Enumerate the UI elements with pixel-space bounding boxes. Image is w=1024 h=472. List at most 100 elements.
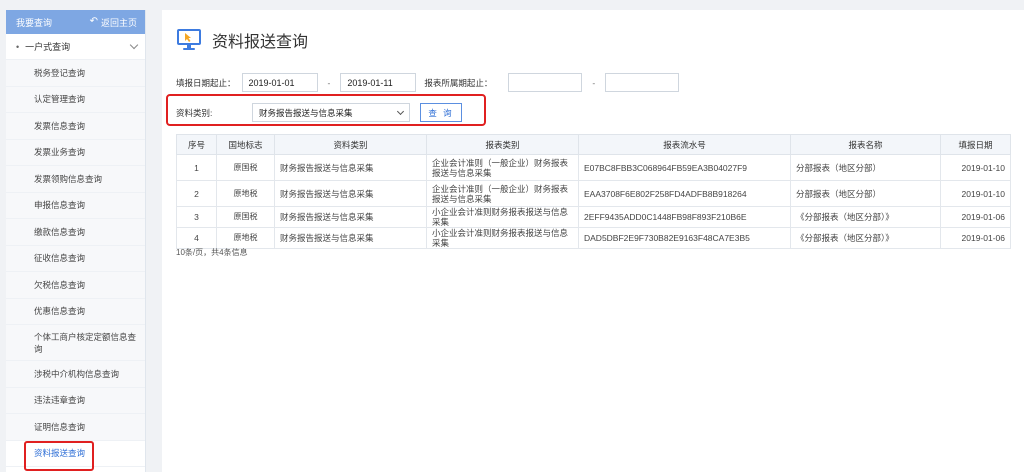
back-home-label: 返回主页 [100, 17, 137, 28]
period-label: 报表所属期起止： [424, 77, 493, 88]
table-row[interactable]: 2 原地税 财务报告报送与信息采集 企业会计准则（一般企业）财务报表报送与信息采… [176, 180, 1011, 207]
table-header-row: 序号 国地标志 资料类别 报表类别 报表流水号 报表名称 填报日期 [176, 134, 1011, 155]
sidebar-header: 我要查询 ↶ 返回主页 [6, 10, 145, 34]
cell-no: 3 [176, 206, 217, 228]
back-arrow-icon: ↶ [89, 16, 98, 27]
cell-report-type: 小企业会计准则财务报表报送与信息采集 [426, 206, 579, 228]
sidebar-item-label: 涉税中介机构信息查询 [34, 368, 120, 379]
cell-category: 财务报告报送与信息采集 [274, 206, 427, 228]
sidebar-item-label: 优惠信息查询 [34, 306, 86, 317]
period-end-input[interactable] [605, 73, 680, 92]
cell-serial: 2EFF9435ADD0C1448FB98F893F210B6E [578, 206, 791, 228]
col-header-serial: 报表流水号 [578, 134, 791, 155]
sidebar-item-label: 发票信息查询 [34, 120, 86, 131]
cell-report-name: 分部报表（地区分部） [790, 180, 941, 207]
sidebar-item-label: 个体工商户核定定额信息查询 [34, 331, 137, 354]
back-home-link[interactable]: ↶ 返回主页 [90, 16, 137, 29]
category-select[interactable]: 财务报告报送与信息采集 [252, 103, 410, 122]
cell-no: 2 [176, 180, 217, 207]
date-separator: - [327, 77, 331, 88]
sidebar-item-violations[interactable]: 违法违章查询 [6, 387, 145, 414]
cell-fill-date: 2019-01-10 [940, 180, 1011, 207]
period-separator: - [592, 77, 596, 88]
monitor-icon [176, 28, 202, 52]
cell-report-name: 分部报表（地区分部） [790, 154, 941, 181]
sidebar-item-preferential[interactable]: 优惠信息查询 [6, 298, 145, 325]
sidebar-item-recognition[interactable]: 认定管理查询 [6, 86, 145, 113]
cell-report-type: 企业会计准则（一般企业）财务报表报送与信息采集 [426, 154, 579, 181]
col-header-category: 资料类别 [274, 134, 427, 155]
cell-serial: EAA3708F6E802F258FD4ADFB8B918264 [578, 180, 791, 207]
sidebar-item-label: 发票领购信息查询 [34, 173, 103, 184]
sidebar-item-document-submission[interactable]: 资料报送查询 [6, 440, 145, 467]
query-button[interactable]: 查 询 [420, 103, 462, 122]
page-title: 资料报送查询 [212, 34, 309, 51]
chevron-down-icon [129, 40, 139, 50]
bullet-icon: • [16, 42, 20, 52]
cell-flag: 原国税 [216, 154, 275, 181]
period-start-input[interactable] [508, 73, 583, 92]
fill-date-end-input[interactable]: 2019-01-11 [340, 73, 417, 92]
cell-report-name: 《分部报表（地区分部）》 [790, 206, 941, 228]
sidebar-item-payment[interactable]: 缴款信息查询 [6, 219, 145, 246]
title-row: 资料报送查询 [176, 28, 308, 52]
table-row[interactable]: 3 原国税 财务报告报送与信息采集 小企业会计准则财务报表报送与信息采集 2EF… [176, 206, 1011, 228]
sidebar-item-label: 税务登记查询 [34, 67, 86, 78]
sidebar-item-label: 证明信息查询 [34, 421, 86, 432]
sidebar-item-tax-registration[interactable]: 税务登记查询 [6, 60, 145, 87]
sidebar-item-label: 征收信息查询 [34, 253, 86, 264]
cell-category: 财务报告报送与信息采集 [274, 180, 427, 207]
sidebar-item-individual-quota[interactable]: 个体工商户核定定额信息查询 [6, 325, 145, 361]
table-row[interactable]: 4 原地税 财务报告报送与信息采集 小企业会计准则财务报表报送与信息采集 DAD… [176, 227, 1011, 249]
sidebar: 我要查询 ↶ 返回主页 • 一户式查询 税务登记查询 认定管理查询 发票信息查询 … [6, 10, 146, 472]
col-header-no: 序号 [176, 134, 217, 155]
fill-date-start-input[interactable]: 2019-01-01 [241, 73, 318, 92]
sidebar-item-invoice-business[interactable]: 发票业务查询 [6, 139, 145, 166]
sidebar-item-label: 资料报送查询 [34, 448, 86, 459]
cell-serial: E07BC8FBB3C068964FB59EA3B04027F9 [578, 154, 791, 181]
sidebar-item-collection[interactable]: 征收信息查询 [6, 245, 145, 272]
cell-fill-date: 2019-01-10 [940, 154, 1011, 181]
col-header-report-name: 报表名称 [790, 134, 941, 155]
sidebar-item-label: 欠税信息查询 [34, 279, 86, 290]
sidebar-item-invoice-info[interactable]: 发票信息查询 [6, 113, 145, 140]
sidebar-item-label: 发票业务查询 [34, 147, 86, 158]
sidebar-item-label: 缴款信息查询 [34, 226, 86, 237]
sidebar-item-label: 认定管理查询 [34, 94, 86, 105]
date-filter-row: 填报日期起止： 2019-01-01 - 2019-01-11 报表所属期起止：… [176, 73, 680, 92]
sidebar-item-label: 申报信息查询 [34, 200, 86, 211]
cell-report-type: 小企业会计准则财务报表报送与信息采集 [426, 227, 579, 249]
fill-date-label: 填报日期起止： [176, 77, 236, 88]
sidebar-item-label: 违法违章查询 [34, 395, 86, 406]
cell-report-type: 企业会计准则（一般企业）财务报表报送与信息采集 [426, 180, 579, 207]
sidebar-group-one-stop[interactable]: • 一户式查询 [6, 34, 145, 60]
col-header-report-type: 报表类别 [426, 134, 579, 155]
sidebar-item-arrears[interactable]: 欠税信息查询 [6, 272, 145, 299]
cell-no: 1 [176, 154, 217, 181]
sidebar-item-invoice-purchase[interactable]: 发票领购信息查询 [6, 166, 145, 193]
table-pagination-info: 10条/页，共4条信息 [176, 248, 248, 257]
category-filter-row: 资料类别: 财务报告报送与信息采集 查 询 [176, 103, 462, 122]
cell-fill-date: 2019-01-06 [940, 206, 1011, 228]
table-row[interactable]: 1 原国税 财务报告报送与信息采集 企业会计准则（一般企业）财务报表报送与信息采… [176, 154, 1011, 181]
cell-flag: 原地税 [216, 227, 275, 249]
col-header-flag: 国地标志 [216, 134, 275, 155]
sidebar-item-tax-agency[interactable]: 涉税中介机构信息查询 [6, 361, 145, 388]
cell-category: 财务报告报送与信息采集 [274, 154, 427, 181]
main-panel: 资料报送查询 填报日期起止： 2019-01-01 - 2019-01-11 报… [162, 10, 1024, 472]
category-select-value: 财务报告报送与信息采集 [259, 107, 353, 118]
cell-category: 财务报告报送与信息采集 [274, 227, 427, 249]
results-table: 序号 国地标志 资料类别 报表类别 报表流水号 报表名称 填报日期 1 原国税 … [176, 134, 1011, 249]
cell-fill-date: 2019-01-06 [940, 227, 1011, 249]
cell-flag: 原国税 [216, 206, 275, 228]
cell-flag: 原地税 [216, 180, 275, 207]
cell-no: 4 [176, 227, 217, 249]
col-header-fill-date: 填报日期 [940, 134, 1011, 155]
cell-report-name: 《分部报表（地区分部）》 [790, 227, 941, 249]
sidebar-item-certificates[interactable]: 证明信息查询 [6, 414, 145, 441]
sidebar-menu: 税务登记查询 认定管理查询 发票信息查询 发票业务查询 发票领购信息查询 申报信… [6, 60, 145, 467]
chevron-down-icon [396, 107, 405, 115]
category-label: 资料类别: [176, 107, 213, 118]
sidebar-item-declaration[interactable]: 申报信息查询 [6, 192, 145, 219]
sidebar-header-title: 我要查询 [16, 17, 53, 28]
